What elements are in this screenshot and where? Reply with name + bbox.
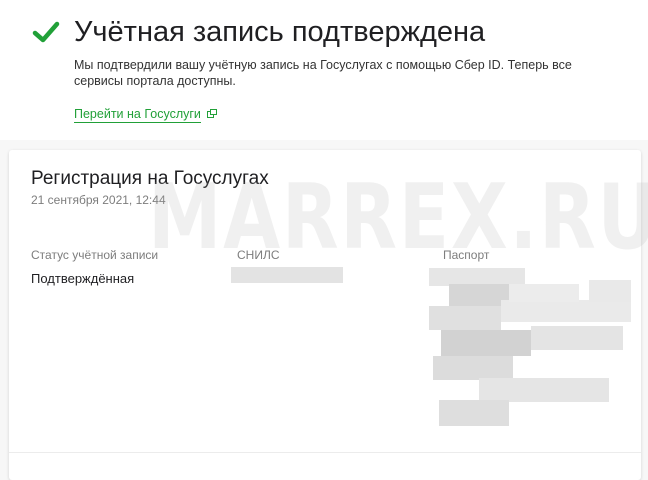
account-status-value: Подтверждённая bbox=[31, 271, 135, 286]
confirmation-banner: Учётная запись подтверждена Мы подтверди… bbox=[0, 0, 648, 140]
account-status-label: Статус учётной записи bbox=[31, 248, 159, 262]
checkmark-icon bbox=[32, 21, 60, 43]
watermark: MARREX.RU bbox=[148, 165, 648, 270]
page-title: Учётная запись подтверждена bbox=[74, 16, 486, 48]
go-to-gosuslugi-link[interactable]: Перейти на Госуслуги bbox=[74, 106, 201, 123]
registration-date: 21 сентября 2021, 12:44 bbox=[31, 193, 166, 207]
divider bbox=[9, 452, 641, 453]
external-link-icon[interactable] bbox=[207, 109, 217, 118]
confirmation-message: Мы подтвердили вашу учётную запись на Го… bbox=[74, 58, 572, 88]
